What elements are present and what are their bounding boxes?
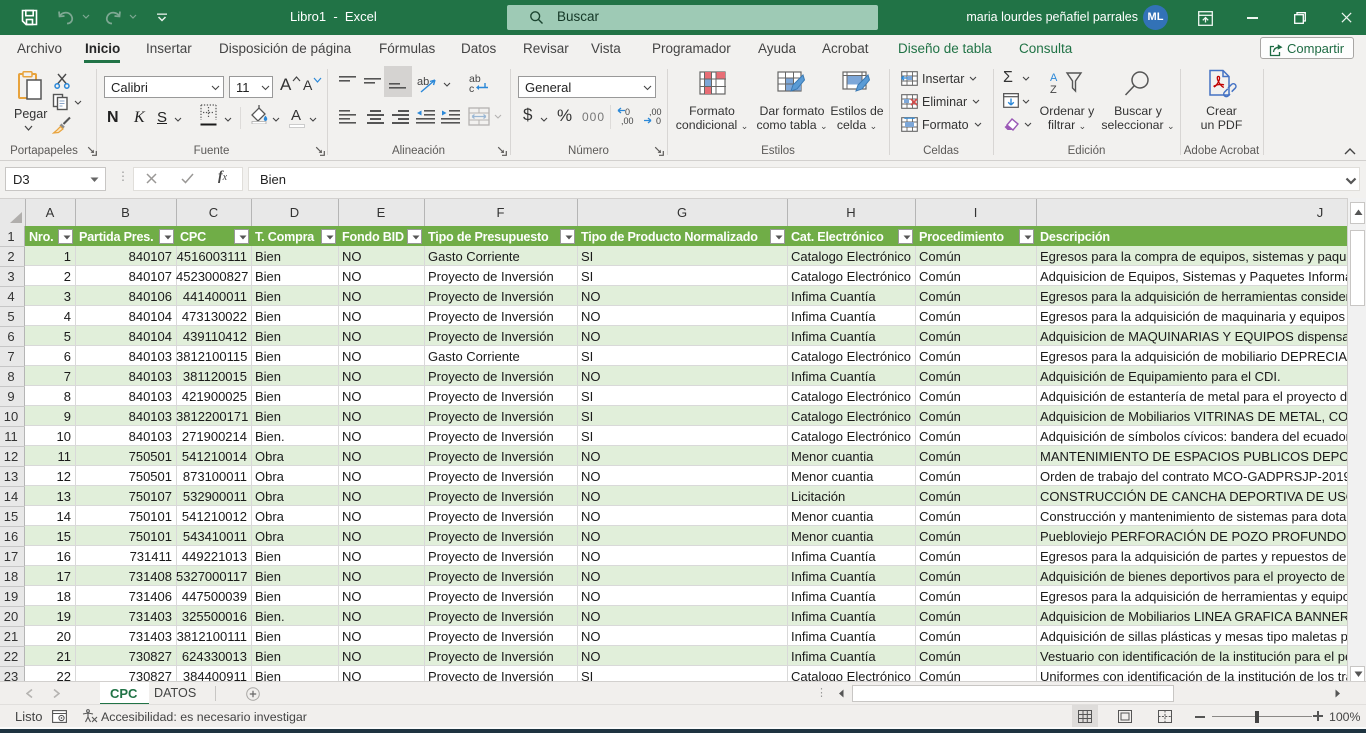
svg-text:0: 0 xyxy=(656,116,661,126)
svg-text:,00: ,00 xyxy=(621,116,634,126)
svg-text:A: A xyxy=(1050,72,1058,84)
svg-text:c: c xyxy=(469,83,474,94)
svg-text:Z: Z xyxy=(1050,84,1057,95)
